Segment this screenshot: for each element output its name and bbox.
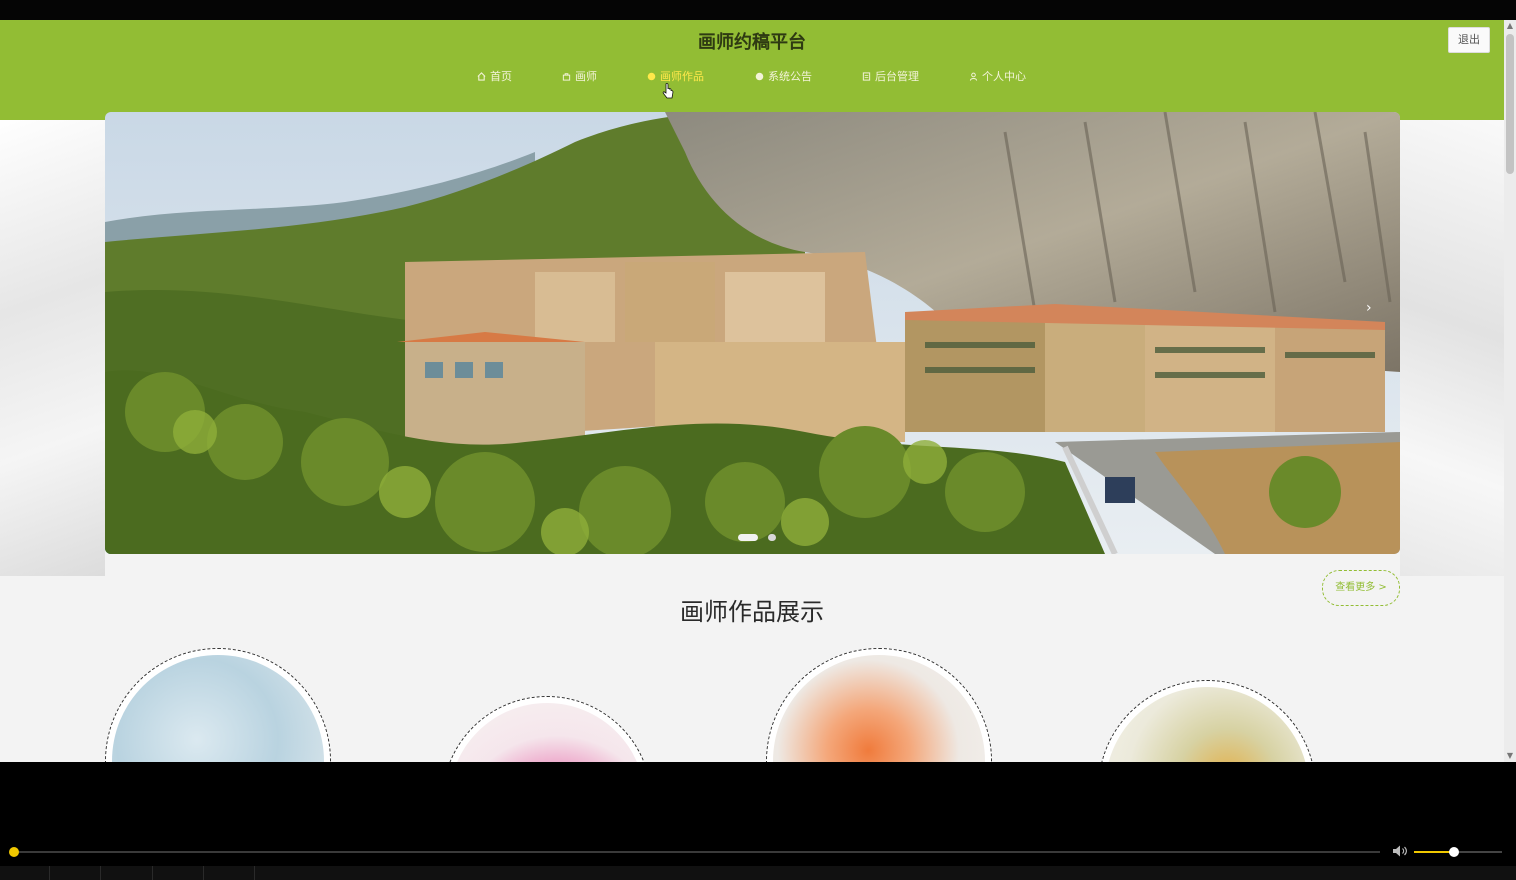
volume-icon[interactable] <box>1392 844 1408 858</box>
page-scrollbar[interactable]: ▲ ▼ <box>1504 20 1516 762</box>
document-icon <box>862 71 871 81</box>
background-decoration-left <box>0 116 105 576</box>
taskbar-item[interactable] <box>0 866 50 880</box>
banner-image <box>105 112 1400 554</box>
artwork-image <box>1105 687 1309 762</box>
volume-level <box>1414 851 1454 853</box>
scroll-down-icon[interactable]: ▼ <box>1506 752 1514 760</box>
artwork-image <box>112 655 324 762</box>
mouse-cursor-icon <box>662 83 674 99</box>
window-top-bar <box>0 0 1516 20</box>
taskbar-item[interactable] <box>204 866 255 880</box>
nav-item-artists[interactable]: 画师 <box>562 68 597 84</box>
artwork-image <box>449 703 645 762</box>
seek-bar[interactable] <box>14 851 1380 853</box>
nav-item-label: 画师作品 <box>660 70 704 83</box>
nav-item-works[interactable]: 画师作品 <box>647 68 704 84</box>
taskbar-item[interactable] <box>50 866 101 880</box>
video-player-controls <box>0 762 1516 880</box>
scrollbar-thumb[interactable] <box>1506 34 1514 174</box>
nav-item-label: 后台管理 <box>875 70 919 83</box>
bag-icon <box>562 72 571 81</box>
circle-icon <box>755 72 764 80</box>
work-thumbnail[interactable] <box>442 696 652 762</box>
user-icon <box>969 72 978 81</box>
artwork-image <box>773 655 985 762</box>
carousel-dot-active[interactable] <box>738 534 758 541</box>
nav-item-label: 首页 <box>490 70 512 83</box>
work-thumbnail[interactable] <box>105 648 331 762</box>
carousel-next-arrow[interactable]: › <box>1366 300 1372 316</box>
nav-item-announcements[interactable]: 系统公告 <box>755 68 812 84</box>
nav-item-home[interactable]: 首页 <box>477 68 512 84</box>
circle-icon <box>647 72 656 80</box>
browser-viewport: 画师约稿平台 退出 首页 画师 画师作品 系统公告 后台管理 个人中心 › 画师… <box>0 20 1504 762</box>
carousel-dot[interactable] <box>768 534 776 541</box>
seek-knob[interactable] <box>9 847 19 857</box>
nav-item-label: 系统公告 <box>768 70 812 83</box>
work-thumbnail[interactable] <box>766 648 992 762</box>
background-decoration-right <box>1400 116 1504 576</box>
nav-item-label: 个人中心 <box>982 70 1026 83</box>
home-icon <box>477 71 486 81</box>
nav-item-label: 画师 <box>575 70 597 83</box>
scroll-up-icon[interactable]: ▲ <box>1506 22 1514 30</box>
section-title: 画师作品展示 <box>680 599 824 626</box>
site-title: 画师约稿平台 <box>698 32 806 52</box>
taskbar-item[interactable] <box>101 866 153 880</box>
volume-knob[interactable] <box>1448 847 1459 857</box>
banner-carousel[interactable] <box>105 112 1400 554</box>
nav-item-admin[interactable]: 后台管理 <box>862 68 919 84</box>
work-thumbnail[interactable] <box>1098 680 1316 762</box>
nav-item-profile[interactable]: 个人中心 <box>969 68 1026 84</box>
logout-button[interactable]: 退出 <box>1448 27 1490 53</box>
taskbar <box>0 866 1516 880</box>
view-more-button[interactable]: 查看更多 > <box>1322 570 1400 606</box>
taskbar-item[interactable] <box>153 866 204 880</box>
